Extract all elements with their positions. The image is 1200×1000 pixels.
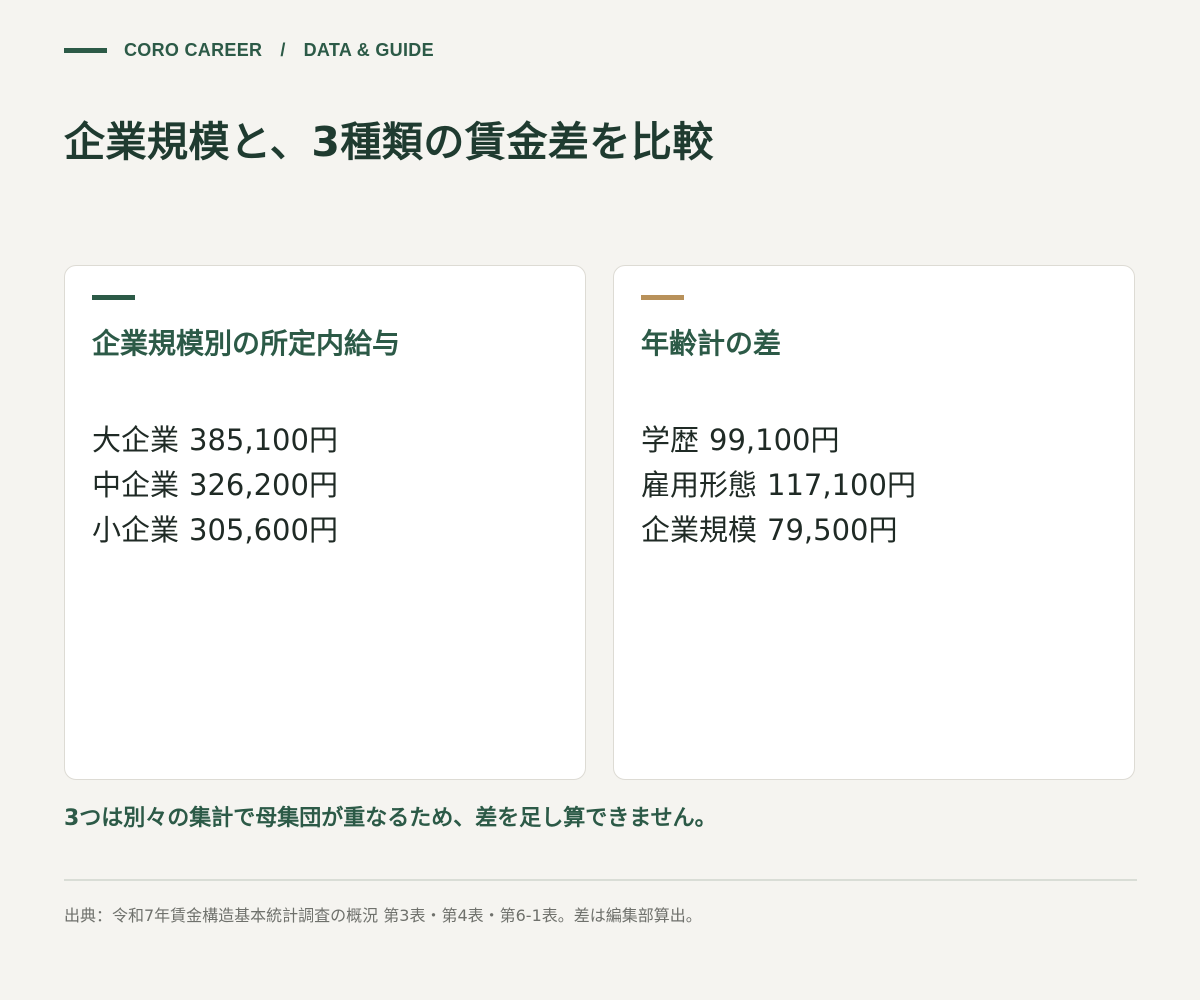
item-value: 79,500円 xyxy=(767,513,898,547)
source-citation: 出典：令和7年賃金構造基本統計調査の概況 第3表・第4表・第6-1表。差は編集部… xyxy=(64,906,702,925)
list-item: 学歴 99,100円 xyxy=(641,418,916,463)
item-value: 99,100円 xyxy=(709,423,840,457)
list-item: 中企業 326,200円 xyxy=(92,463,338,508)
card-accent-bar xyxy=(92,295,135,300)
item-value: 117,100円 xyxy=(767,468,916,502)
item-value: 385,100円 xyxy=(189,423,338,457)
divider xyxy=(64,879,1137,881)
brand-name: CORO CAREER xyxy=(124,40,263,60)
item-label: 小企業 xyxy=(92,513,180,547)
caution-note: 3つは別々の集計で母集団が重なるため、差を足し算できません。 xyxy=(64,806,717,831)
page-title: 企業規模と、3種類の賃金差を比較 xyxy=(64,118,714,166)
item-label: 大企業 xyxy=(92,423,180,457)
list-item: 小企業 305,600円 xyxy=(92,508,338,553)
header-accent-bar xyxy=(64,48,107,53)
card-title: 年齢計の差 xyxy=(641,327,782,360)
item-label: 中企業 xyxy=(92,468,180,502)
item-value: 326,200円 xyxy=(189,468,338,502)
item-label: 企業規模 xyxy=(641,513,758,547)
card-salary-by-company-size: 企業規模別の所定内給与 大企業 385,100円 中企業 326,200円 小企業 3… xyxy=(64,265,586,780)
item-value: 305,600円 xyxy=(189,513,338,547)
card-value-list: 学歴 99,100円 雇用形態 117,100円 企業規模 79,500円 xyxy=(641,418,916,553)
card-accent-bar xyxy=(641,295,684,300)
section-name: DATA & GUIDE xyxy=(303,40,434,60)
card-value-list: 大企業 385,100円 中企業 326,200円 小企業 305,600円 xyxy=(92,418,338,553)
item-label: 雇用形態 xyxy=(641,468,758,502)
list-item: 大企業 385,100円 xyxy=(92,418,338,463)
list-item: 企業規模 79,500円 xyxy=(641,508,916,553)
card-age-total-differences: 年齢計の差 学歴 99,100円 雇用形態 117,100円 企業規模 79,500円 xyxy=(613,265,1135,780)
item-label: 学歴 xyxy=(641,423,700,457)
card-title: 企業規模別の所定内給与 xyxy=(92,327,401,360)
list-item: 雇用形態 117,100円 xyxy=(641,463,916,508)
breadcrumb-separator: / xyxy=(280,40,286,60)
breadcrumb: CORO CAREER / DATA & GUIDE xyxy=(64,40,434,61)
